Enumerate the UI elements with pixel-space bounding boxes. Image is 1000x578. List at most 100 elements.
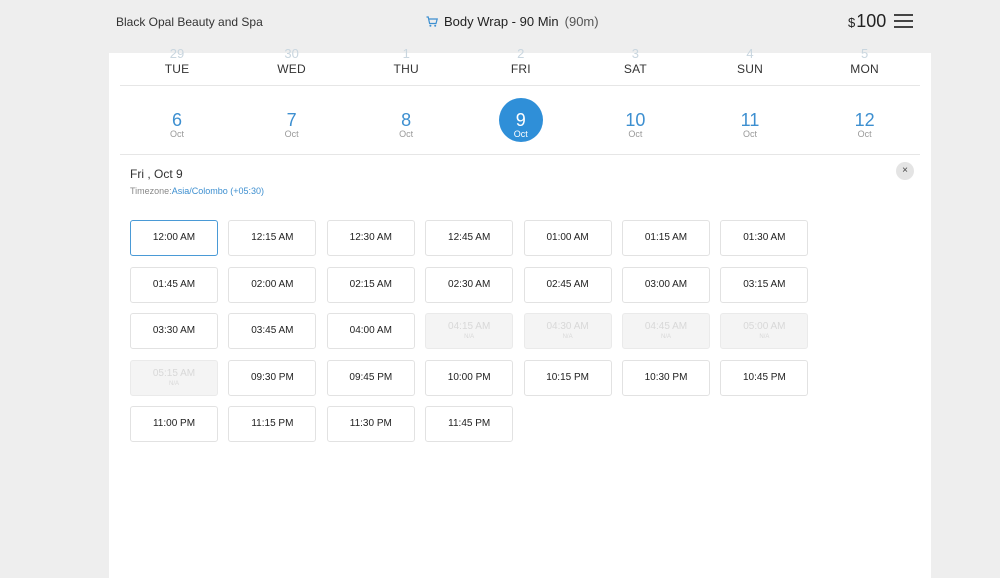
time-slot-button[interactable]: 02:30 AM [425,266,514,303]
prev-week-date-number: 4 [746,46,754,61]
unavailable-note: N/A [562,334,573,340]
timezone-info: Timezone:Asia/Colombo (+05:30) [130,186,264,196]
time-slot-button[interactable]: 11:45 PM [425,406,514,442]
weekday-label: WED [277,62,306,76]
time-slot-button[interactable]: 10:15 PM [523,359,612,396]
date-picker-row: 6 Oct 7 Oct 8 Oct 9 Oct 10 Oct 11 Oct 12 Oct [120,87,920,155]
date-number: 12 [854,110,875,130]
time-slot-button[interactable]: 10:30 PM [622,359,710,396]
prev-week-date-number: 1 [402,46,410,61]
weekday-mon: 5 MON [808,46,922,86]
time-slot-button[interactable]: 12:15 AM [228,220,317,256]
time-slot-button[interactable]: 12:30 AM [326,220,415,256]
date-number: 7 [286,110,297,130]
date-month: Oct [513,129,528,139]
weekday-wed: 30 WED [235,46,349,86]
date-month: Oct [857,129,872,139]
date-number: 6 [171,110,182,130]
time-slot-button[interactable]: 02:15 AM [326,266,415,303]
date-cell-7[interactable]: 7 Oct [235,87,349,155]
date-month: Oct [284,129,299,139]
prev-week-date-number: 29 [169,46,185,61]
timezone-link[interactable]: Asia/Colombo (+05:30) [172,186,264,196]
time-slot-button[interactable]: 12:00 AM [130,220,218,256]
time-slot-button[interactable]: 11:15 PM [228,406,317,442]
service-summary: Body Wrap - 90 Min (90m) [426,14,599,29]
time-slot-button[interactable]: 01:30 AM [720,220,809,256]
currency-symbol: $ [848,15,856,30]
date-number: 11 [740,110,760,130]
time-slot-label: 05:00 AM [743,321,786,332]
prev-week-date-number: 30 [284,46,299,61]
weekday-header-row: 29 TUE 30 WED 1 THU 2 FRI 3 SAT 4 SUN 5 MON [120,46,922,86]
time-slot-label: 05:15 AM [152,367,196,379]
weekday-fri: 2 FRI [464,46,578,86]
time-slot-button[interactable]: 04:00 AM [326,313,415,349]
time-slot-button[interactable]: 01:00 AM [523,220,612,256]
time-slot-button[interactable]: 03:00 AM [622,266,710,303]
date-number: 9 [515,110,526,130]
brand-name[interactable]: Black Opal Beauty and Spa [116,15,263,29]
time-slot-button[interactable]: 03:15 AM [720,266,809,303]
date-month: Oct [742,129,757,139]
time-slot-grid: 12:00 AM 12:15 AM 12:30 AM 12:45 AM 01:00 AM… [130,220,830,450]
date-cell-11[interactable]: 11 Oct [693,87,807,155]
date-cell-10[interactable]: 10 Oct [578,87,692,155]
date-month: Oct [628,129,643,139]
unavailable-note: N/A [660,334,671,340]
date-cell-8[interactable]: 8 Oct [349,87,463,155]
weekday-sun: 4 SUN [693,46,807,86]
weekday-label: FRI [510,62,531,76]
header-bar: Black Opal Beauty and Spa Body Wrap - 90… [0,0,1000,46]
time-slot-button[interactable]: 02:00 AM [228,266,317,303]
time-slot-button: 05:00 AM N/A [720,313,809,349]
date-number: 10 [625,110,646,130]
unavailable-note: N/A [168,380,179,387]
timezone-prefix: Timezone: [130,186,172,196]
time-slot-button: 04:15 AM N/A [425,313,514,349]
prev-week-date-number: 3 [631,46,639,61]
weekday-label: SAT [623,62,647,76]
time-slot-button[interactable]: 10:00 PM [425,359,514,396]
time-slot-button: 04:30 AM N/A [523,313,612,349]
service-name: Body Wrap - 90 Min [444,14,559,29]
time-slot-label: 04:15 AM [448,321,491,332]
weekday-tue: 29 TUE [120,46,234,86]
cart-icon [426,15,438,27]
time-slot-button[interactable]: 03:45 AM [228,313,317,349]
time-slot-button[interactable]: 09:30 PM [228,359,317,396]
time-slot-button[interactable]: 01:45 AM [130,266,218,303]
unavailable-note: N/A [759,334,770,340]
weekday-label: TUE [164,62,190,76]
time-slot-button[interactable]: 12:45 AM [425,220,514,256]
time-slot-button: 04:45 AM N/A [622,313,710,349]
date-month: Oct [399,129,414,139]
time-slot-button[interactable]: 10:45 PM [720,359,809,396]
weekday-label: SUN [737,62,763,76]
time-slot-button[interactable]: 11:00 PM [130,406,218,442]
prev-week-date-number: 5 [860,46,869,61]
hamburger-menu-icon[interactable] [894,14,913,28]
price-amount: 100 [856,11,887,31]
unavailable-note: N/A [464,334,475,340]
time-slot-button[interactable]: 11:30 PM [326,406,415,442]
time-slot-label: 04:45 AM [644,321,688,332]
date-cell-12[interactable]: 12 Oct [808,87,922,155]
time-slot-button[interactable]: 09:45 PM [326,359,415,396]
weekday-thu: 1 THU [349,46,463,86]
weekday-label: THU [393,62,419,76]
time-slot-button: 05:15 AM N/A [130,359,218,396]
date-number: 8 [401,110,412,130]
prev-week-date-number: 2 [517,46,525,61]
date-cell-6[interactable]: 6 Oct [120,87,234,155]
selected-date-label: Fri , Oct 9 [130,167,183,181]
time-slot-label: 04:30 AM [546,321,589,332]
service-duration: (90m) [564,14,599,29]
time-slot-button[interactable]: 01:15 AM [622,220,710,256]
close-icon[interactable]: × [896,162,914,180]
weekday-sat: 3 SAT [578,46,692,86]
price-display: $ 100 [848,11,886,32]
time-slot-button[interactable]: 03:30 AM [130,313,218,349]
date-cell-9[interactable]: 9 Oct [464,87,578,155]
time-slot-button[interactable]: 02:45 AM [523,266,612,303]
